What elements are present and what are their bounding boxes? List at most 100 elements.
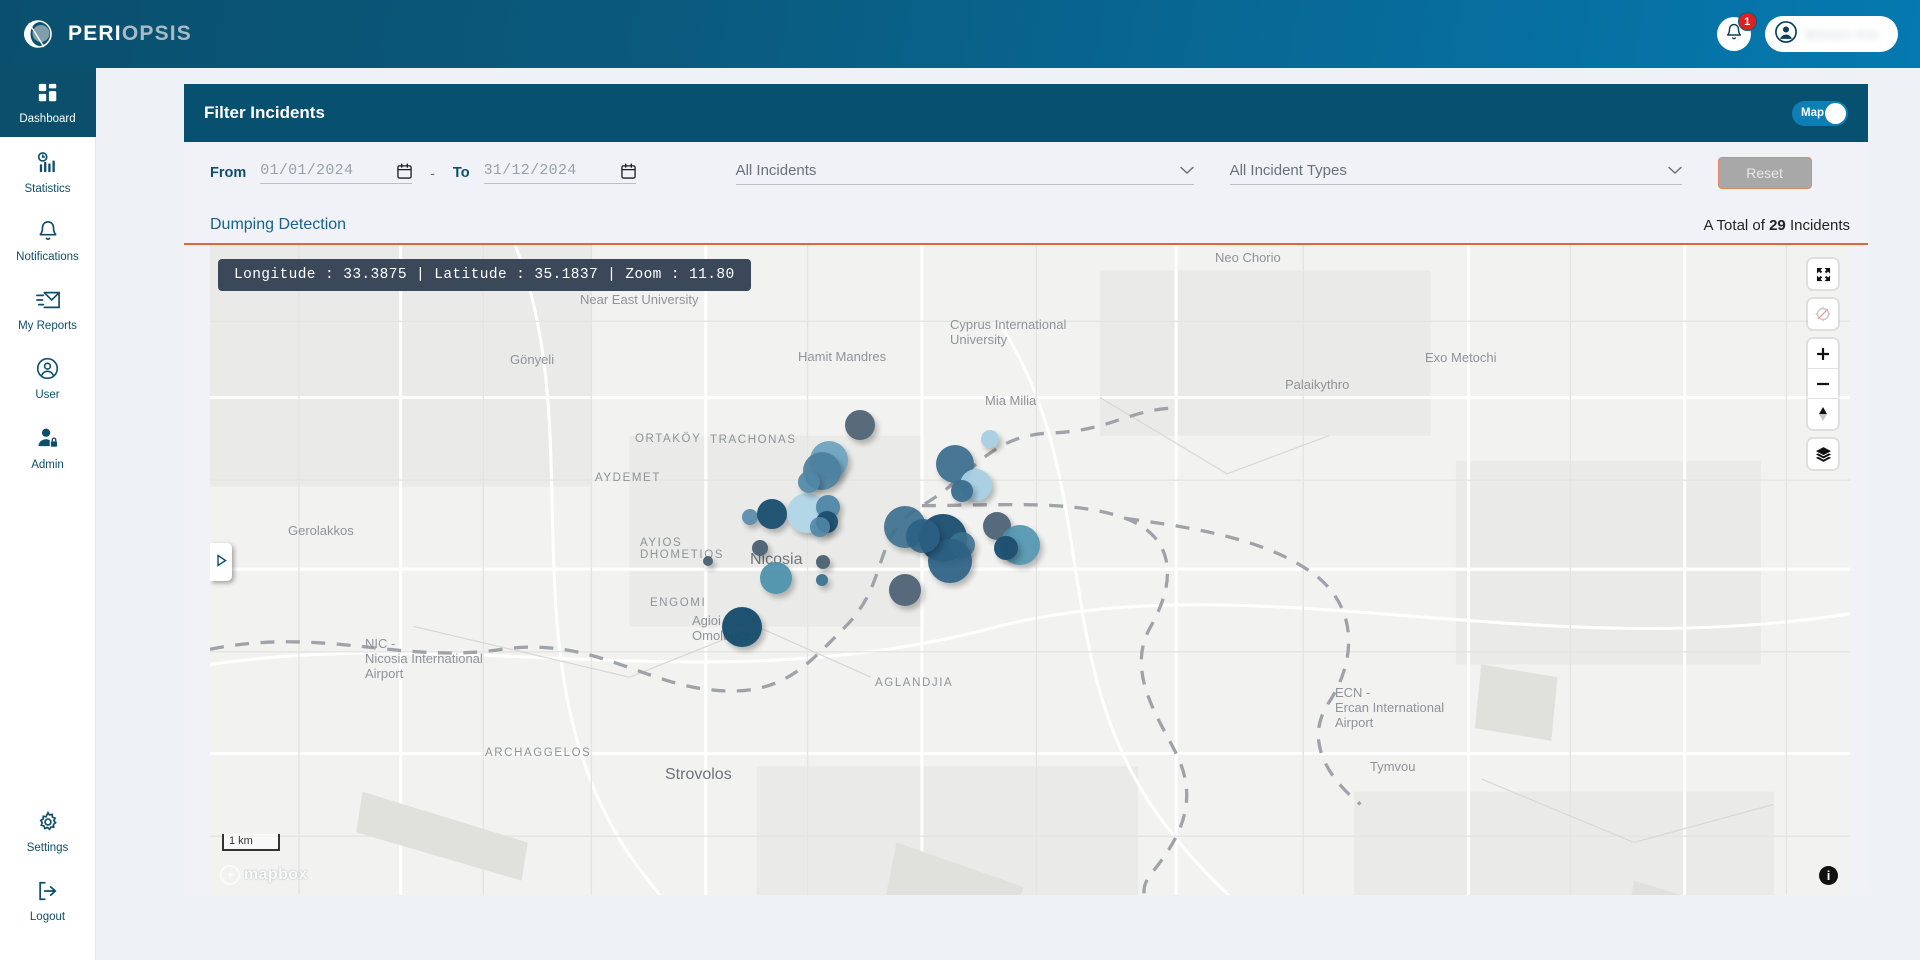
sidebar-item-label: Notifications [16, 252, 79, 264]
fullscreen-control-group [1808, 259, 1838, 289]
chevron-down-icon [1180, 163, 1194, 178]
to-date-value: 31/12/2024 [484, 162, 621, 179]
layers-button[interactable] [1808, 439, 1838, 469]
incident-bubble[interactable] [981, 430, 999, 448]
geolocate-control-group [1808, 299, 1838, 329]
chevron-down-icon [1668, 163, 1682, 178]
from-date-label: From [210, 165, 246, 181]
sidebar-item-label: Dashboard [19, 114, 75, 126]
gear-icon [37, 811, 59, 838]
sidebar-item-label: Statistics [24, 184, 70, 196]
brand-logo[interactable]: PERIOPSIS [20, 16, 192, 52]
panel-title: Filter Incidents [204, 103, 325, 123]
from-date-input[interactable]: 01/01/2024 [260, 162, 412, 184]
mapbox-logo-icon [220, 865, 240, 885]
incident-bubble[interactable] [994, 536, 1018, 560]
map-coordinate-readout: Longitude : 33.3875 | Latitude : 35.1837… [218, 259, 751, 291]
layers-control-group [1808, 439, 1838, 469]
bell-icon [37, 220, 59, 247]
incident-bubble[interactable] [889, 574, 921, 606]
periopsis-eye-icon [20, 16, 56, 52]
incident-bubble[interactable] [816, 574, 828, 586]
map-toggle-wrapper: Map [1792, 101, 1848, 126]
sidebar-item-notifications[interactable]: Notifications [0, 206, 96, 275]
geolocate-button[interactable] [1808, 299, 1838, 329]
user-profile-menu[interactable]: Bilmem Kim [1765, 16, 1898, 52]
sidebar-item-my-reports[interactable]: My Reports [0, 275, 96, 344]
compass-button[interactable] [1808, 399, 1838, 429]
incident-type-select-value: All Incident Types [1230, 162, 1668, 179]
mapbox-wordmark: mapbox [244, 866, 308, 884]
tab-dumping-detection[interactable]: Dumping Detection [210, 216, 346, 234]
fullscreen-button[interactable] [1808, 259, 1838, 289]
map-controls [1808, 259, 1838, 469]
main-sidebar: Dashboard Statistics Notifications [0, 68, 96, 960]
incident-bubble[interactable] [798, 471, 820, 493]
incident-bubble[interactable] [760, 562, 792, 594]
zoom-in-button[interactable] [1808, 339, 1838, 369]
total-suffix: Incidents [1786, 217, 1850, 234]
calendar-icon[interactable] [397, 163, 412, 179]
incident-bubble[interactable] [810, 517, 830, 537]
incident-bubble[interactable] [816, 555, 830, 569]
incident-bubble[interactable] [951, 480, 973, 502]
total-count: 29 [1769, 217, 1786, 234]
from-date-value: 01/01/2024 [260, 162, 397, 179]
reset-button[interactable]: Reset [1718, 157, 1812, 189]
zoom-control-group [1808, 339, 1838, 429]
incident-total-label: A Total of 29 Incidents [1703, 217, 1850, 234]
map-basemap [210, 245, 1850, 895]
map-info-button[interactable]: i [1819, 866, 1838, 885]
results-tab-row: Dumping Detection A Total of 29 Incident… [184, 204, 1868, 245]
incident-map[interactable]: TymvouStrovolosARCHAGGELOSECN - Ercan In… [210, 245, 1850, 895]
incident-bubble[interactable] [757, 499, 787, 529]
brand-text-primary: PERI [68, 22, 122, 45]
map-panel-expand-button[interactable] [210, 543, 232, 581]
incident-type-select[interactable]: All Incident Types [1230, 162, 1682, 185]
logout-arrow-icon [36, 880, 59, 907]
notifications-button[interactable]: 1 [1717, 17, 1751, 51]
user-circle-icon [36, 357, 59, 385]
date-range-separator: - [430, 165, 435, 181]
incident-bubble[interactable] [845, 410, 875, 440]
to-date-label: To [453, 165, 470, 181]
sidebar-item-logout[interactable]: Logout [0, 866, 96, 935]
sidebar-item-dashboard[interactable]: Dashboard [0, 68, 96, 137]
sidebar-item-settings[interactable]: Settings [0, 797, 96, 866]
incident-bubble[interactable] [722, 607, 762, 647]
sidebar-item-statistics[interactable]: Statistics [0, 137, 96, 207]
play-triangle-icon [216, 554, 227, 570]
incident-bubble[interactable] [752, 540, 768, 556]
chart-bars-icon [36, 151, 59, 179]
sidebar-item-admin[interactable]: Admin [0, 413, 96, 483]
sidebar-item-label: User [35, 390, 59, 402]
incident-select-value: All Incidents [736, 162, 1180, 179]
incident-bubble[interactable] [703, 556, 713, 566]
incident-bubble[interactable] [742, 509, 758, 525]
map-view-toggle[interactable]: Map [1792, 101, 1848, 126]
sidebar-bottom-group: Settings Logout [0, 797, 96, 960]
filter-controls-row: From 01/01/2024 - To 31/12/2024 [184, 142, 1868, 204]
mapbox-attribution[interactable]: mapbox [220, 865, 308, 885]
header-actions: 1 Bilmem Kim [1717, 16, 1898, 52]
sidebar-item-user[interactable]: User [0, 343, 96, 413]
incident-bubble[interactable] [906, 519, 940, 553]
calendar-icon[interactable] [621, 163, 636, 179]
brand-wordmark: PERIOPSIS [68, 22, 192, 46]
user-shield-icon [36, 427, 59, 455]
map-toggle-label: Map [1801, 107, 1824, 119]
map-scale-bar: 1 km [222, 834, 280, 851]
filter-panel: Filter Incidents Map From 01/01/2024 [184, 84, 1868, 895]
incident-select[interactable]: All Incidents [736, 162, 1194, 185]
sidebar-item-label: Settings [27, 843, 69, 855]
user-circle-icon [1775, 21, 1797, 48]
zoom-out-button[interactable] [1808, 369, 1838, 399]
top-header-bar: PERIOPSIS 1 Bil [0, 0, 1920, 68]
filter-panel-header: Filter Incidents Map [184, 84, 1868, 142]
sidebar-item-label: Logout [30, 912, 65, 924]
map-toggle-knob [1825, 103, 1846, 124]
to-date-input[interactable]: 31/12/2024 [484, 162, 636, 184]
sidebar-item-label: My Reports [18, 321, 77, 333]
dashboard-grid-icon [37, 82, 59, 109]
sidebar-item-label: Admin [31, 460, 64, 472]
